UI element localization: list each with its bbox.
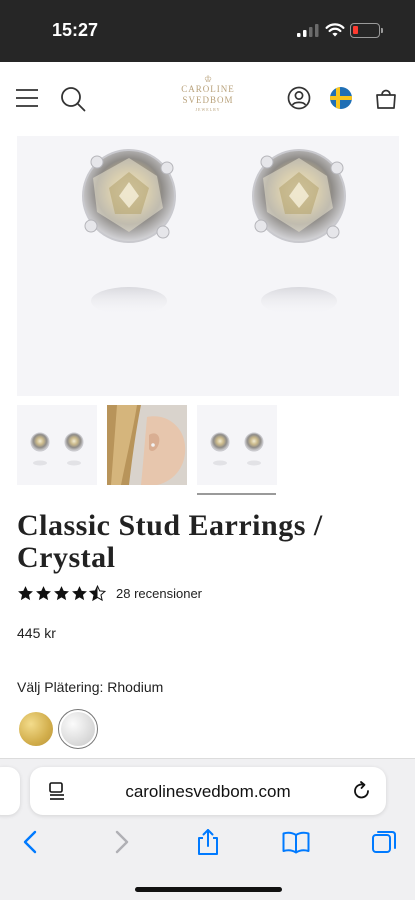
status-time: 15:27 bbox=[52, 20, 99, 40]
share-icon[interactable] bbox=[193, 827, 223, 857]
address-bar[interactable]: carolinesvedbom.com bbox=[30, 767, 386, 815]
battery-icon bbox=[350, 23, 380, 38]
previous-tab-peek[interactable] bbox=[0, 767, 20, 815]
brand-line-1: CAROLINE bbox=[181, 84, 235, 94]
thumbnail-1[interactable] bbox=[17, 405, 97, 485]
star-icon bbox=[18, 585, 33, 600]
thumbnail-selected-indicator bbox=[197, 493, 276, 495]
wifi-icon bbox=[325, 23, 345, 37]
bookmarks-icon[interactable] bbox=[281, 827, 311, 857]
search-icon[interactable] bbox=[60, 86, 86, 112]
cellular-signal-icon bbox=[297, 24, 319, 37]
star-half-icon bbox=[89, 584, 106, 601]
star-rating bbox=[17, 584, 107, 602]
brand-logo[interactable]: ♔ CAROLINE SVEDBOM JEWELRY bbox=[170, 74, 246, 113]
forward-icon[interactable] bbox=[106, 827, 136, 857]
browser-bottom-bar: carolinesvedbom.com bbox=[0, 758, 415, 900]
star-icon bbox=[72, 585, 87, 600]
url-text: carolinesvedbom.com bbox=[125, 782, 291, 801]
plating-label: Välj Plätering: Rhodium bbox=[17, 679, 164, 695]
status-bar: 15:27 bbox=[0, 0, 415, 62]
product-main-image[interactable] bbox=[17, 136, 399, 396]
bag-icon[interactable] bbox=[375, 87, 397, 109]
sweden-flag-icon[interactable] bbox=[330, 87, 352, 109]
product-price: 445 kr bbox=[17, 625, 56, 641]
home-indicator bbox=[135, 887, 282, 892]
crown-icon: ♔ bbox=[203, 74, 213, 84]
menu-icon[interactable] bbox=[16, 88, 38, 108]
swatch-gold[interactable] bbox=[19, 712, 53, 746]
product-title: Classic Stud Earrings / Crystal bbox=[17, 509, 323, 574]
reload-icon[interactable] bbox=[351, 780, 373, 802]
thumbnail-strip bbox=[17, 405, 399, 495]
crystal-earrings-image bbox=[82, 149, 346, 315]
star-icon bbox=[54, 585, 69, 600]
account-icon[interactable] bbox=[287, 86, 311, 110]
back-icon[interactable] bbox=[16, 827, 46, 857]
thumbnail-2[interactable] bbox=[107, 405, 187, 485]
brand-sub: JEWELRY bbox=[195, 107, 221, 112]
reviews-count-link[interactable]: 28 recensioner bbox=[116, 586, 202, 601]
site-header: ♔ CAROLINE SVEDBOM JEWELRY bbox=[0, 62, 415, 136]
tabs-icon[interactable] bbox=[369, 827, 399, 857]
star-icon bbox=[36, 585, 51, 600]
rating-row[interactable]: 28 recensioner bbox=[17, 584, 202, 602]
brand-line-2: SVEDBOM bbox=[182, 95, 234, 105]
reader-mode-icon[interactable] bbox=[47, 781, 67, 801]
thumbnail-3[interactable] bbox=[197, 405, 277, 485]
swatch-rhodium[interactable] bbox=[61, 712, 95, 746]
